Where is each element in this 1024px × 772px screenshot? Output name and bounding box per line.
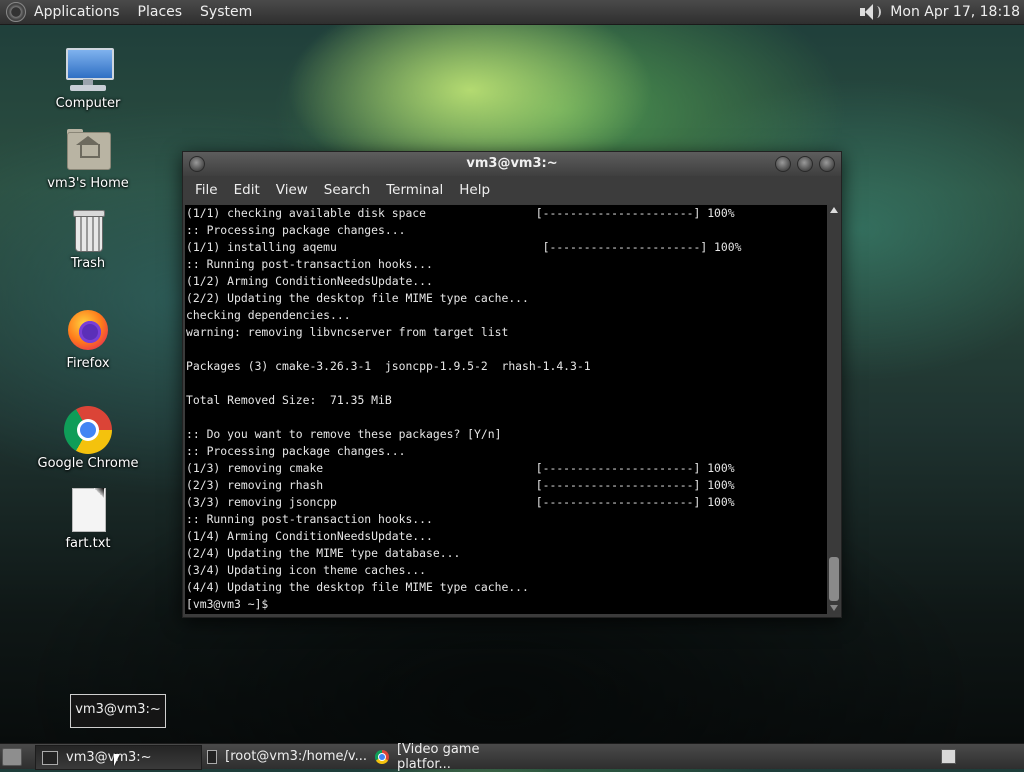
menu-places[interactable]: Places	[138, 4, 191, 20]
terminal-line: (1/1) installing aqemu [----------------…	[186, 240, 742, 254]
terminal-line: (2/2) Updating the desktop file MIME typ…	[186, 291, 529, 305]
taskbar-item-root-terminal[interactable]: [root@vm3:/home/v...	[201, 745, 367, 768]
terminal-line: (1/2) Arming ConditionNeedsUpdate...	[186, 274, 433, 288]
desktop-icon-label: Trash	[70, 256, 106, 271]
menu-view[interactable]: View	[268, 182, 316, 198]
taskbar-item-label: [Video game platfor...	[396, 741, 480, 772]
terminal-line: :: Processing package changes...	[186, 444, 406, 458]
desktop-icon-chrome[interactable]: Google Chrome	[33, 406, 143, 471]
terminal-window[interactable]: vm3@vm3:~ File Edit View Search Terminal…	[182, 151, 842, 618]
window-title: vm3@vm3:~	[466, 156, 558, 171]
terminal-line: (3/3) removing jsoncpp [----------------…	[186, 495, 735, 509]
desktop-icon-home[interactable]: vm3's Home	[33, 126, 143, 191]
terminal-line: (1/1) checking available disk space [---…	[186, 206, 735, 220]
terminal-line: (1/4) Arming ConditionNeedsUpdate...	[186, 529, 433, 543]
computer-icon	[64, 46, 114, 94]
terminal-line: (3/4) Updating icon theme caches...	[186, 563, 427, 577]
taskbar-item-chrome[interactable]: [Video game platfor...	[369, 742, 537, 772]
terminal-line: :: Running post-transaction hooks...	[186, 512, 433, 526]
top-panel: Applications Places System Mon Apr 17, 1…	[0, 0, 1024, 25]
taskbar-item-label: [root@vm3:/home/v...	[225, 749, 367, 764]
terminal-line: warning: removing libvncserver from targ…	[186, 325, 509, 339]
window-titlebar[interactable]: vm3@vm3:~	[183, 152, 841, 176]
desktop-icon-trash[interactable]: Trash	[33, 206, 143, 271]
show-desktop-icon[interactable]	[2, 748, 22, 766]
scroll-up-icon[interactable]	[830, 207, 838, 213]
scroll-down-icon[interactable]	[830, 605, 838, 611]
menu-file[interactable]: File	[187, 182, 226, 198]
close-button[interactable]	[819, 156, 835, 172]
terminal-line: Total Removed Size: 71.35 MiB	[186, 393, 392, 407]
bottom-panel: vm3@vm3:~ [root@vm3:/home/v... [Video ga…	[0, 742, 1024, 772]
workspace-switcher[interactable]	[941, 749, 956, 764]
menu-terminal[interactable]: Terminal	[378, 182, 451, 198]
terminal-scrollbar[interactable]	[828, 205, 840, 614]
taskbar-tooltip: vm3@vm3:~	[70, 694, 166, 728]
menu-applications[interactable]: Applications	[34, 4, 128, 20]
trash-icon	[64, 206, 112, 254]
firefox-icon	[64, 306, 112, 354]
desktop-icon-fart-txt[interactable]: fart.txt	[33, 486, 143, 551]
desktop-icon-label: Google Chrome	[37, 456, 139, 471]
minimize-button[interactable]	[775, 156, 791, 172]
desktop-icon-computer[interactable]: Computer	[33, 46, 143, 111]
desktop-icon-label: Firefox	[66, 356, 110, 371]
terminal-output[interactable]: (1/1) checking available disk space [---…	[185, 205, 827, 614]
terminal-menubar: File Edit View Search Terminal Help	[183, 176, 841, 204]
menu-help[interactable]: Help	[451, 182, 498, 198]
menu-search[interactable]: Search	[316, 182, 378, 198]
maximize-button[interactable]	[797, 156, 813, 172]
terminal-line: (2/4) Updating the MIME type database...	[186, 546, 461, 560]
desktop-icon-label: Computer	[55, 96, 121, 111]
mouse-cursor-icon	[114, 754, 120, 766]
terminal-line: :: Running post-transaction hooks...	[186, 257, 433, 271]
distro-logo-icon[interactable]	[6, 2, 26, 22]
desktop-icon-firefox[interactable]: Firefox	[33, 306, 143, 371]
menu-edit[interactable]: Edit	[226, 182, 268, 198]
terminal-line: checking dependencies...	[186, 308, 351, 322]
terminal-line: [vm3@vm3 ~]$	[186, 597, 276, 611]
chrome-icon	[375, 749, 389, 764]
terminal-icon	[207, 749, 218, 764]
terminal-line: :: Processing package changes...	[186, 223, 406, 237]
scrollbar-thumb[interactable]	[829, 557, 839, 601]
terminal-line: (4/4) Updating the desktop file MIME typ…	[186, 580, 529, 594]
menu-system[interactable]: System	[200, 4, 260, 20]
desktop-icon-label: vm3's Home	[47, 176, 129, 191]
terminal-line: Packages (3) cmake-3.26.3-1 jsoncpp-1.9.…	[186, 359, 591, 373]
clock[interactable]: Mon Apr 17, 18:18	[890, 4, 1020, 20]
terminal-line: (1/3) removing cmake [------------------…	[186, 461, 735, 475]
terminal-line: :: Do you want to remove these packages?…	[186, 427, 502, 441]
volume-icon[interactable]	[858, 3, 882, 21]
chrome-icon	[64, 406, 112, 454]
text-file-icon	[64, 486, 112, 534]
taskbar-item-label: vm3@vm3:~	[66, 750, 152, 765]
terminal-text: (1/1) checking available disk space [---…	[185, 205, 827, 613]
desktop-icon-label: fart.txt	[65, 536, 111, 551]
terminal-icon	[42, 750, 58, 765]
home-folder-icon	[64, 126, 112, 174]
terminal-line: (2/3) removing rhash [------------------…	[186, 478, 735, 492]
